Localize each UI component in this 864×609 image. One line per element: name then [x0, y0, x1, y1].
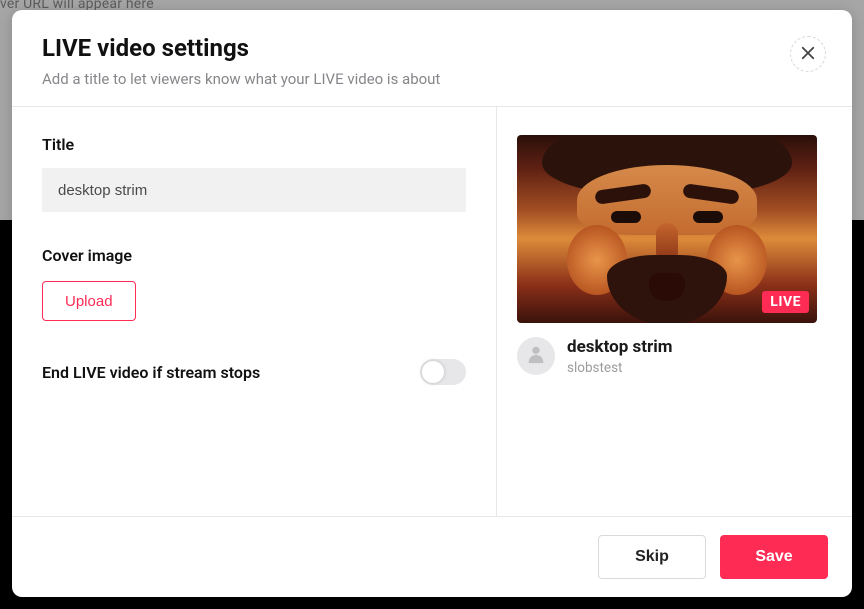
modal-body: Title Cover image Upload End LIVE video …	[12, 107, 852, 516]
live-settings-modal: LIVE video settings Add a title to let v…	[12, 10, 852, 597]
title-label: Title	[42, 135, 466, 154]
close-icon	[799, 44, 817, 65]
avatar	[517, 337, 555, 375]
save-button[interactable]: Save	[720, 535, 828, 579]
live-badge: LIVE	[762, 291, 809, 313]
skip-button[interactable]: Skip	[598, 535, 706, 579]
preview-column: LIVE desktop strim slobstest	[497, 107, 852, 516]
user-icon	[525, 343, 547, 369]
end-stream-label: End LIVE video if stream stops	[42, 363, 260, 382]
toggle-knob	[422, 361, 444, 383]
preview-meta: desktop strim slobstest	[517, 337, 832, 376]
modal-subtitle: Add a title to let viewers know what you…	[42, 70, 822, 88]
modal-header: LIVE video settings Add a title to let v…	[12, 10, 852, 106]
preview-title: desktop strim	[567, 337, 672, 358]
cover-preview: LIVE	[517, 135, 817, 323]
end-stream-toggle[interactable]	[420, 359, 466, 385]
title-input[interactable]	[42, 168, 466, 212]
modal-footer: Skip Save	[12, 516, 852, 597]
cover-image-label: Cover image	[42, 246, 466, 265]
close-button[interactable]	[790, 36, 826, 72]
modal-title: LIVE video settings	[42, 34, 822, 62]
settings-column: Title Cover image Upload End LIVE video …	[12, 107, 497, 516]
preview-username: slobstest	[567, 360, 672, 376]
upload-button[interactable]: Upload	[42, 281, 136, 321]
